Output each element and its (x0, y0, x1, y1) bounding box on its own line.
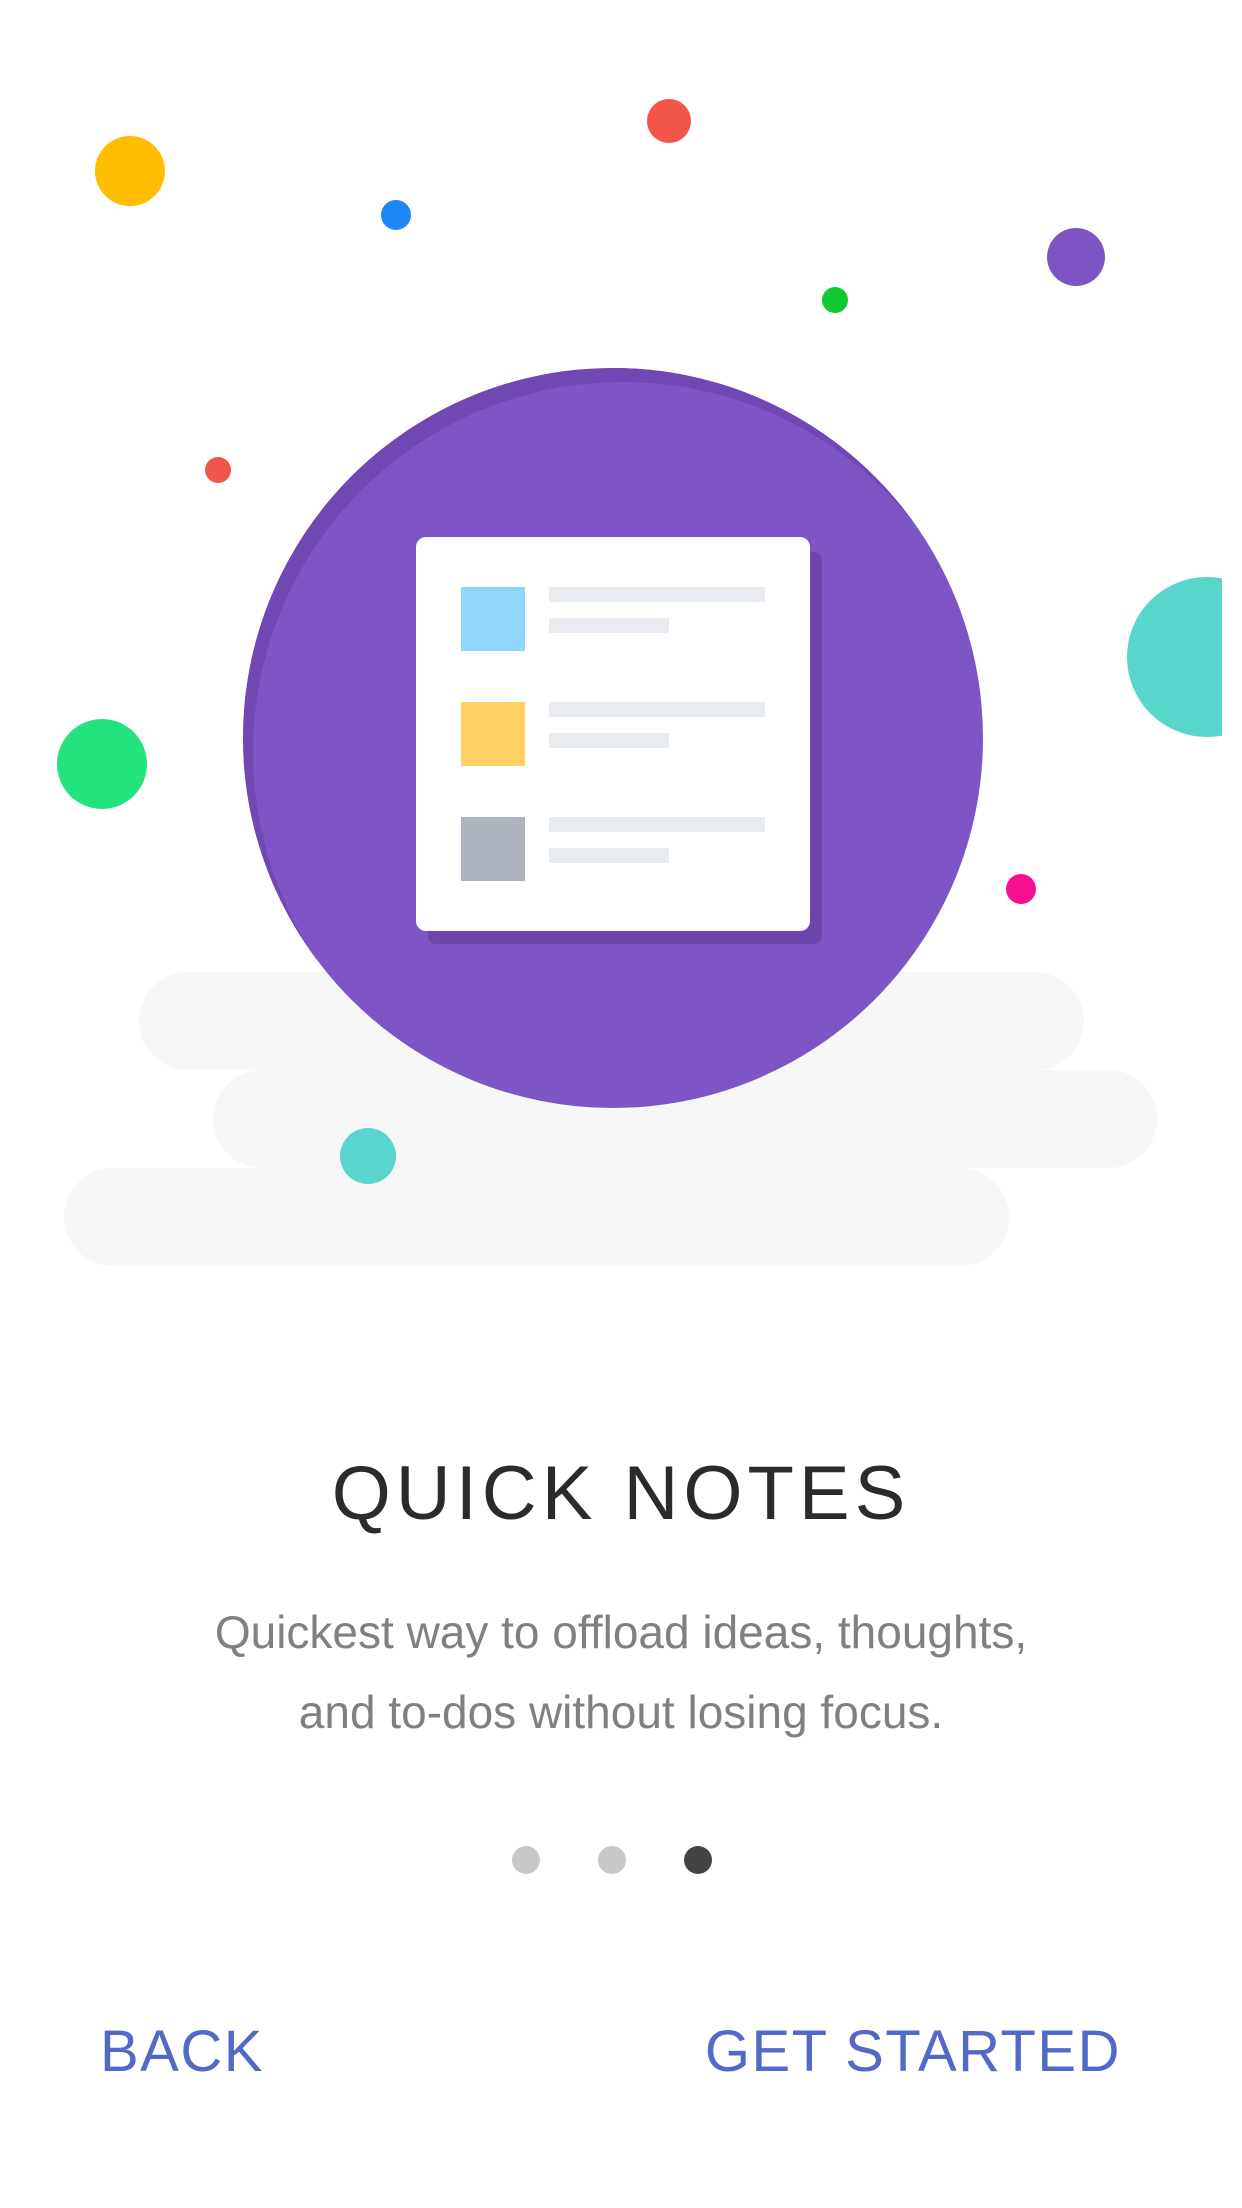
page-indicator-dot-2[interactable] (598, 1846, 626, 1874)
decorative-dot-purple (1047, 228, 1105, 286)
note-line (549, 817, 765, 832)
note-swatch-yellow (461, 702, 525, 766)
note-line (549, 587, 765, 602)
note-line (549, 702, 765, 717)
decorative-dot-pink (1006, 874, 1036, 904)
notes-list-icon (416, 537, 810, 931)
teal-dot-clip (1222, 560, 1242, 760)
cloud-bar-bottom (64, 1168, 1009, 1266)
note-swatch-gray (461, 817, 525, 881)
note-line (549, 733, 669, 748)
decorative-dot-green-small (822, 287, 848, 313)
description-line-1: Quickest way to offload ideas, thoughts, (214, 1606, 1028, 1658)
note-line (549, 848, 669, 863)
onboarding-title: QUICK NOTES (331, 1451, 911, 1536)
page-indicator-dot-1[interactable] (512, 1846, 540, 1874)
note-line (549, 618, 669, 633)
decorative-dot-mint (57, 719, 147, 809)
decorative-dot-red (647, 99, 691, 143)
back-button[interactable]: BACK (100, 2018, 264, 2085)
page-indicator-dot-3-active[interactable] (684, 1846, 712, 1874)
decorative-dot-blue (381, 200, 411, 230)
description-line-2: and to-dos without losing focus. (298, 1686, 944, 1738)
note-swatch-blue (461, 587, 525, 651)
onboarding-description: Quickest way to offload ideas, thoughts,… (120, 1592, 1122, 1752)
get-started-button[interactable]: GET STARTED (705, 2018, 1121, 2085)
decorative-dot-red-small (205, 457, 231, 483)
decorative-dot-yellow (95, 136, 165, 206)
decorative-dot-teal-small (340, 1128, 396, 1184)
